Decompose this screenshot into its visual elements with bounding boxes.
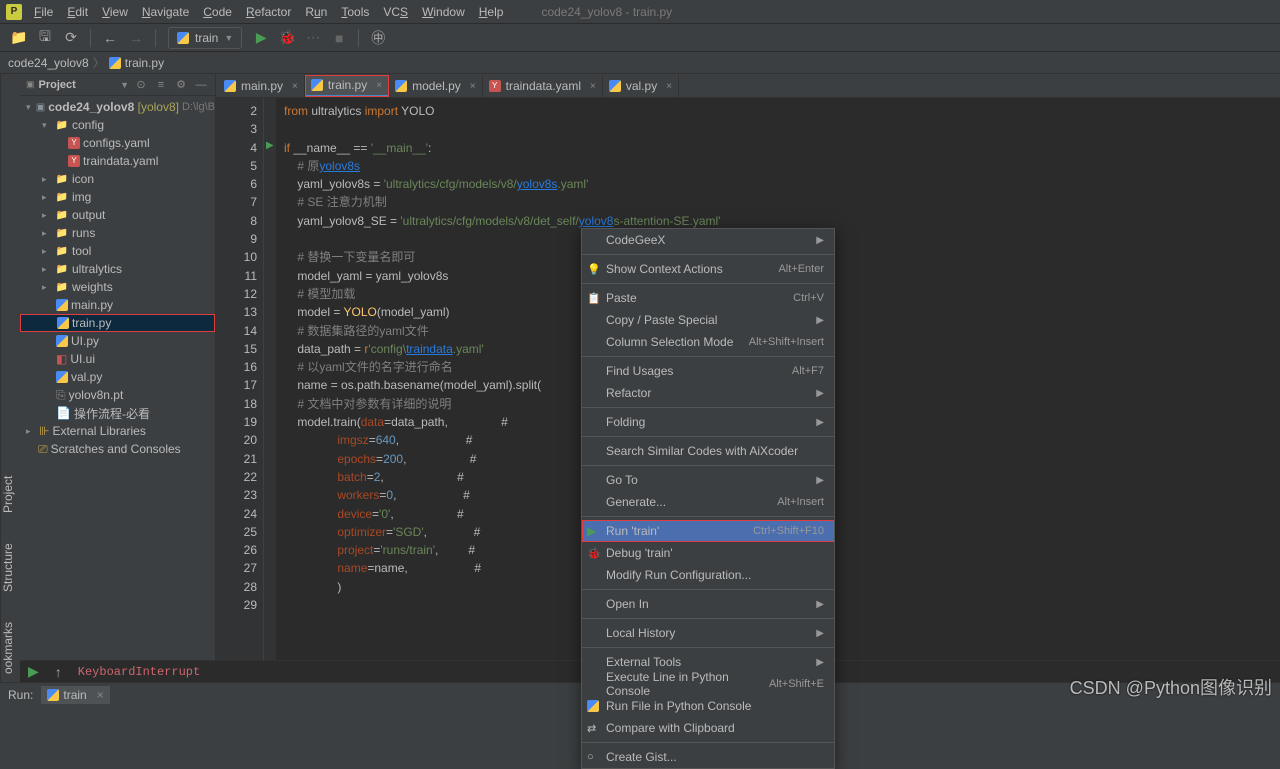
ctx-local-history[interactable]: Local History▶ [582, 622, 834, 644]
run-config-label: train [195, 31, 218, 45]
ctx-paste[interactable]: 📋PasteCtrl+V [582, 287, 834, 309]
tab-model.py[interactable]: model.py× [389, 75, 483, 97]
menu-edit[interactable]: Edit [61, 3, 94, 21]
tree-file-flow[interactable]: 📄操作流程-必看 [20, 404, 215, 422]
project-tree[interactable]: ▾▣code24_yolov8 [yolov8] D:\lg\B ▾📁confi… [20, 96, 215, 682]
ctx-generate-[interactable]: Generate...Alt+Insert [582, 491, 834, 513]
tab-structure[interactable]: Structure [1, 543, 20, 592]
run-config-selector[interactable]: train ▼ [168, 27, 242, 49]
ctx-column-selection-mode[interactable]: Column Selection ModeAlt+Shift+Insert [582, 331, 834, 353]
run-tab[interactable]: train× [41, 686, 109, 704]
expand-all-icon[interactable]: ≡ [153, 77, 169, 93]
tree-scratches[interactable]: ⎚Scratches and Consoles [20, 440, 215, 458]
tree-dir-ultralytics[interactable]: ▸📁ultralytics [20, 260, 215, 278]
more-run-icon[interactable]: ⋯ [302, 27, 324, 49]
ctx-search-similar-codes-with-aixcoder[interactable]: Search Similar Codes with AiXcoder [582, 440, 834, 462]
project-header: ▣ Project ▼ ⊙ ≡ ⚙ — [20, 74, 215, 96]
menu-help[interactable]: Help [473, 3, 510, 21]
breadcrumb-file[interactable]: train.py [125, 56, 164, 70]
tree-file-train[interactable]: train.py [20, 314, 215, 332]
ctx-folding[interactable]: Folding▶ [582, 411, 834, 433]
tab-val.py[interactable]: val.py× [603, 75, 679, 97]
menu-tools[interactable]: Tools [335, 3, 375, 21]
tree-file-configs-yaml[interactable]: Yconfigs.yaml [20, 134, 215, 152]
output-text: KeyboardInterrupt [78, 665, 200, 679]
ctx-codegeex[interactable]: CodeGeeX▶ [582, 229, 834, 251]
run-icon[interactable]: ▶ [250, 27, 272, 49]
menu-run[interactable]: Run [299, 3, 333, 21]
context-menu[interactable]: CodeGeeX▶ 💡Show Context ActionsAlt+Enter 📋… [581, 228, 835, 769]
ctx-show-context-actions[interactable]: 💡Show Context ActionsAlt+Enter [582, 258, 834, 280]
tab-bookmarks[interactable]: ookmarks [1, 622, 20, 674]
project-panel: ▣ Project ▼ ⊙ ≡ ⚙ — ▾▣code24_yolov8 [yol… [20, 74, 216, 682]
tab-project[interactable]: Project [1, 476, 20, 513]
menu-code[interactable]: Code [197, 3, 238, 21]
tree-file-pt[interactable]: ⎘yolov8n.pt [20, 386, 215, 404]
tree-dir-tool[interactable]: ▸📁tool [20, 242, 215, 260]
menu-file[interactable]: File [28, 3, 59, 21]
tree-dir-img[interactable]: ▸📁img [20, 188, 215, 206]
ctx-create-gist-[interactable]: ○Create Gist... [582, 746, 834, 768]
menubar: P File Edit View Navigate Code Refactor … [0, 0, 1280, 24]
menu-navigate[interactable]: Navigate [136, 3, 195, 21]
left-toolwindow-bar[interactable]: ookmarks Structure Project [0, 74, 20, 682]
stop-icon[interactable]: ■ [328, 27, 350, 49]
tree-file-val[interactable]: val.py [20, 368, 215, 386]
tree-root[interactable]: ▾▣code24_yolov8 [yolov8] D:\lg\B [20, 98, 215, 116]
window-title: code24_yolov8 - train.py [541, 5, 672, 19]
settings-icon[interactable]: ⚙ [173, 77, 189, 93]
ctx-copy-paste-special[interactable]: Copy / Paste Special▶ [582, 309, 834, 331]
ctx-go-to[interactable]: Go To▶ [582, 469, 834, 491]
tree-dir-config[interactable]: ▾📁config [20, 116, 215, 134]
watermark: CSDN @Python图像识别 [1070, 674, 1272, 700]
gutter: 2345678910111213141516171819202122232425… [216, 98, 264, 660]
tab-train.py[interactable]: train.py× [305, 75, 389, 97]
tree-dir-runs[interactable]: ▸📁runs [20, 224, 215, 242]
run-gutter[interactable]: ▶ [264, 98, 276, 660]
tree-dir-output[interactable]: ▸📁output [20, 206, 215, 224]
open-icon[interactable]: 📁 [8, 27, 30, 49]
ctx-execute-line-in-python-console[interactable]: Execute Line in Python ConsoleAlt+Shift+… [582, 673, 834, 695]
menu-window[interactable]: Window [416, 3, 471, 21]
ctx-compare-with-clipboard[interactable]: ⇄Compare with Clipboard [582, 717, 834, 739]
breadcrumb: code24_yolov8 〉 train.py [0, 52, 1280, 74]
sync-icon[interactable]: ⟳ [60, 27, 82, 49]
translate-icon[interactable]: ㊥ [367, 27, 389, 49]
tree-dir-weights[interactable]: ▸📁weights [20, 278, 215, 296]
ctx-run-file-in-python-console[interactable]: Run File in Python Console [582, 695, 834, 717]
back-icon[interactable]: ← [99, 27, 121, 49]
up-icon[interactable]: ↑ [55, 664, 62, 680]
ctx-open-in[interactable]: Open In▶ [582, 593, 834, 615]
rerun-icon[interactable]: ▶ [28, 663, 39, 680]
tree-file-traindata-yaml[interactable]: Ytraindata.yaml [20, 152, 215, 170]
ctx-run-train-[interactable]: ▶Run 'train'Ctrl+Shift+F10 [582, 520, 834, 542]
hide-icon[interactable]: — [193, 77, 209, 93]
tree-file-uipy[interactable]: UI.py [20, 332, 215, 350]
ctx-debug-train-[interactable]: 🐞Debug 'train' [582, 542, 834, 564]
menu-vcs[interactable]: VCS [377, 3, 414, 21]
run-label: Run: [8, 688, 33, 702]
save-icon[interactable]: 🖫 [34, 27, 56, 49]
menu-refactor[interactable]: Refactor [240, 3, 297, 21]
tree-dir-icon[interactable]: ▸📁icon [20, 170, 215, 188]
select-opened-icon[interactable]: ⊙ [133, 77, 149, 93]
tree-file-main[interactable]: main.py [20, 296, 215, 314]
tree-file-uiui[interactable]: ◧UI.ui [20, 350, 215, 368]
forward-icon[interactable]: → [125, 27, 147, 49]
project-header-title: Project [39, 79, 117, 91]
python-icon [109, 57, 121, 69]
tree-external-libs[interactable]: ▸⊪External Libraries [20, 422, 215, 440]
debug-icon[interactable]: 🐞 [276, 27, 298, 49]
breadcrumb-project[interactable]: code24_yolov8 [8, 56, 89, 70]
ctx-refactor[interactable]: Refactor▶ [582, 382, 834, 404]
tab-main.py[interactable]: main.py× [218, 75, 305, 97]
tab-traindata.yaml[interactable]: Ytraindata.yaml× [483, 75, 603, 97]
ctx-find-usages[interactable]: Find UsagesAlt+F7 [582, 360, 834, 382]
toolbar: 📁 🖫 ⟳ ← → train ▼ ▶ 🐞 ⋯ ■ ㊥ [0, 24, 1280, 52]
editor-tabs: main.py×train.py×model.py×Ytraindata.yam… [216, 74, 1280, 98]
python-icon [177, 32, 189, 44]
menu-view[interactable]: View [96, 3, 134, 21]
app-icon: P [6, 4, 22, 20]
ctx-modify-run-configuration-[interactable]: Modify Run Configuration... [582, 564, 834, 586]
